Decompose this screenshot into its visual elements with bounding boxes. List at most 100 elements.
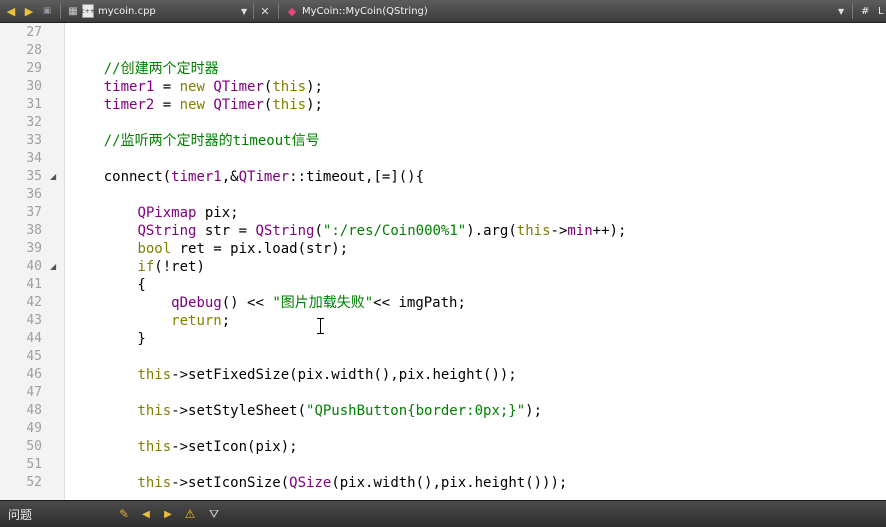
code-line[interactable]: qDebug() << "图片加载失败"<< imgPath; [70, 294, 880, 312]
code-token: ; [221, 313, 231, 329]
code-line[interactable]: timer2 = new QTimer(this); [70, 96, 880, 114]
text-cursor-icon [316, 318, 326, 334]
function-dropdown-icon[interactable]: ▼ [838, 0, 844, 22]
code-token: ( [314, 223, 323, 239]
code-token: () << [221, 295, 273, 311]
file-name[interactable]: mycoin.cpp [98, 0, 156, 22]
code-token: new [179, 79, 205, 95]
code-token: this [137, 475, 172, 491]
fold-marker-icon[interactable]: ◢ [50, 258, 56, 276]
code-token: //监听两个定时器的timeout信号 [70, 133, 320, 149]
code-line[interactable] [70, 348, 880, 366]
code-token: bool [137, 241, 172, 257]
arrow-right-icon[interactable]: ▶ [22, 0, 36, 22]
line-number: 32 [26, 115, 42, 130]
code-line[interactable] [70, 42, 880, 60]
code-token: min [567, 223, 593, 239]
line-number: 48 [26, 403, 42, 418]
code-token: this [137, 367, 172, 383]
code-line[interactable] [70, 114, 880, 132]
next-icon[interactable]: ▶ [160, 501, 176, 527]
function-name[interactable]: MyCoin::MyCoin(QString) [302, 0, 428, 22]
toolbar-divider [60, 3, 61, 19]
code-line[interactable]: bool ret = pix.load(str); [70, 240, 880, 258]
code-token: ); [525, 403, 543, 419]
toolbar-divider [253, 3, 254, 19]
line-number: 49 [26, 421, 42, 436]
prev-icon[interactable]: ◀ [138, 501, 154, 527]
code-line[interactable] [70, 186, 880, 204]
code-token: QTimer [213, 79, 264, 95]
line-number: 37 [26, 205, 42, 220]
code-line[interactable] [70, 150, 880, 168]
code-token: new [179, 97, 205, 113]
code-token: timer1 [70, 79, 155, 95]
filter-icon[interactable]: ✎ [116, 501, 132, 527]
close-icon[interactable]: ✕ [258, 0, 272, 22]
code-token: this [137, 439, 172, 455]
code-line[interactable]: this->setFixedSize(pix.width(),pix.heigh… [70, 366, 880, 384]
code-line[interactable]: connect(timer1,&QTimer::timeout,[=](){ [70, 168, 880, 186]
code-token: "图片加载失败" [272, 295, 374, 311]
line-number: 28 [26, 43, 42, 58]
code-line[interactable]: //监听两个定时器的timeout信号 [70, 132, 880, 150]
code-line[interactable]: QPixmap pix; [70, 204, 880, 222]
split-label[interactable]: # [861, 0, 869, 22]
code-token: QString [137, 223, 197, 239]
code-token: } [70, 331, 146, 347]
funnel-icon[interactable]: ⛛ [206, 501, 222, 527]
function-icon: ◆ [287, 4, 297, 18]
code-line[interactable]: } [70, 330, 880, 348]
code-line[interactable]: this->setStyleSheet("QPushButton{border:… [70, 402, 880, 420]
line-number: 31 [26, 97, 42, 112]
file-dropdown-icon[interactable]: ▼ [241, 0, 247, 22]
code-line[interactable] [70, 420, 880, 438]
code-token: = [154, 97, 180, 113]
code-token: { [70, 277, 146, 293]
editor-toolbar: ◀ ▶ ▣ ▦ c++ mycoin.cpp ▼ ✕ ◆ MyCoin::MyC… [0, 0, 886, 23]
code-line[interactable]: this->setIconSize(QSize(pix.width(),pix.… [70, 474, 880, 492]
code-line[interactable] [70, 384, 880, 402]
code-line[interactable]: { [70, 276, 880, 294]
lock-icon[interactable]: ▣ [40, 0, 54, 22]
code-token: ++); [592, 223, 627, 239]
line-number: 47 [26, 385, 42, 400]
code-token: -> [550, 223, 568, 239]
code-line[interactable] [70, 24, 880, 42]
warning-icon[interactable]: ⚠ [182, 501, 198, 527]
code-token: QTimer [213, 97, 264, 113]
code-token: QString [255, 223, 315, 239]
code-line[interactable] [70, 456, 880, 474]
arrow-left-icon[interactable]: ◀ [4, 0, 18, 22]
code-token: (!ret) [154, 259, 205, 275]
line-number: 33 [26, 133, 42, 148]
code-token: ":/res/Coin000%1" [322, 223, 467, 239]
code-token: (pix.width(),pix.height())); [331, 475, 568, 491]
code-token: = [154, 79, 180, 95]
issues-bar: 问题 ✎ ◀ ▶ ⚠ ⛛ [0, 500, 886, 527]
code-token: connect( [70, 169, 172, 185]
split-icon[interactable]: ▦ [66, 0, 80, 22]
line-number: 39 [26, 241, 42, 256]
fold-marker-icon[interactable]: ◢ [50, 168, 56, 186]
code-line[interactable]: if(!ret) [70, 258, 880, 276]
line-number: 51 [26, 457, 42, 472]
right-cut-label: L [878, 5, 884, 17]
code-line[interactable]: //创建两个定时器 [70, 60, 880, 78]
code-line[interactable]: this->setIcon(pix); [70, 438, 880, 456]
code-token: ->setStyleSheet( [171, 403, 307, 419]
code-line[interactable]: timer1 = new QTimer(this); [70, 78, 880, 96]
line-number: 46 [26, 367, 42, 382]
code-line[interactable]: QString str = QString(":/res/Coin000%1")… [70, 222, 880, 240]
code-token: ,& [221, 169, 239, 185]
code-line[interactable]: return; [70, 312, 880, 330]
code-token: this [272, 97, 307, 113]
code-editor[interactable]: 27 28 29 //创建两个定时器 30 timer1 = new QTimer(t… [0, 23, 886, 500]
code-token: ).arg( [466, 223, 517, 239]
line-number: 30 [26, 79, 42, 94]
